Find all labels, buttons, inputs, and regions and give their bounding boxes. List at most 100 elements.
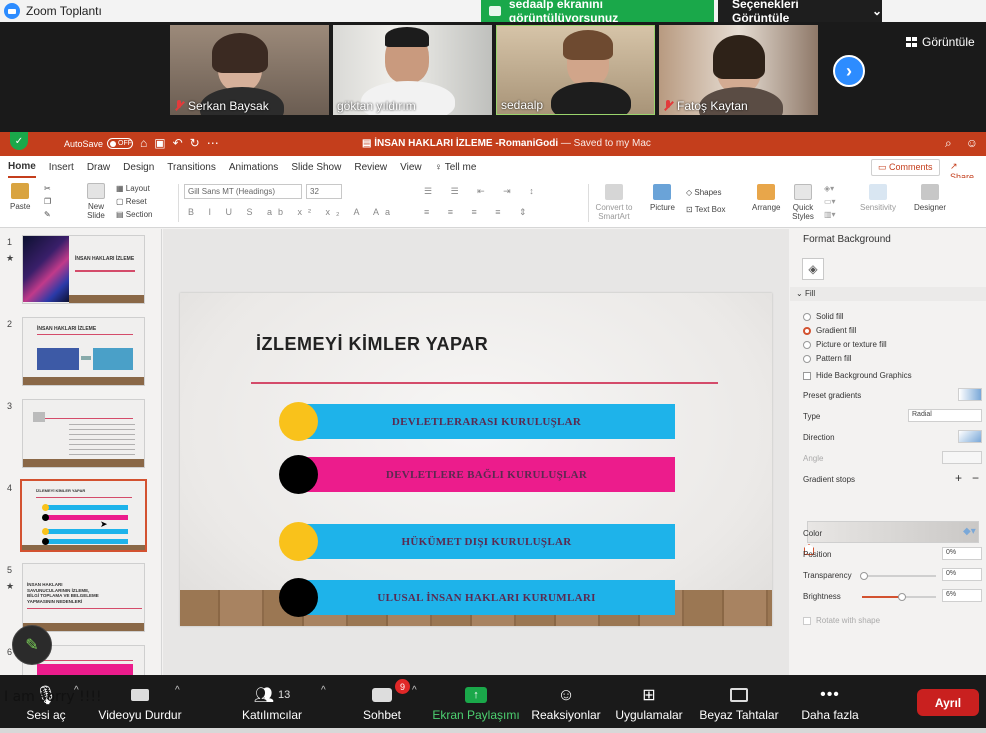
quick-styles-button[interactable]: Quick Styles <box>789 184 817 221</box>
next-page-button[interactable]: › <box>833 55 865 87</box>
view-options-button[interactable]: Seçenekleri Görüntüle ⌄ <box>718 0 882 25</box>
tab-slide-show[interactable]: Slide Show <box>291 158 341 177</box>
stop-video-button[interactable]: Videoyu Durdur <box>94 683 186 722</box>
section-button[interactable]: ▤ Section <box>116 208 152 221</box>
slide-item-circle[interactable] <box>279 455 318 494</box>
slide-item-bar[interactable]: DEVLETLERE BAĞLI KURULUŞLAR <box>298 457 675 492</box>
direction-dropdown[interactable] <box>958 430 982 443</box>
arrange-button[interactable]: Arrange <box>752 184 780 212</box>
participant-tile[interactable]: göktan yıldırım <box>333 25 492 115</box>
shapes-button[interactable]: ◇ Shapes <box>686 186 725 199</box>
fill-section-header[interactable]: ⌄ Fill <box>790 287 986 301</box>
cut-icon[interactable]: ✂ <box>44 182 51 195</box>
slide-item-bar[interactable]: ULUSAL İNSAN HAKLARI KURUMLARI <box>298 580 675 615</box>
paragraph-list-buttons[interactable]: ☰ ☰ ⇤ ⇥ ↕ <box>424 186 542 197</box>
shape-outline-icon[interactable]: ▭▾ <box>824 195 836 208</box>
slide-item-bar[interactable]: DEVLETLERARASI KURULUŞLAR <box>298 404 675 439</box>
leave-meeting-button[interactable]: Ayrıl <box>917 689 979 716</box>
more-button[interactable]: ••• Daha fazla <box>798 683 862 722</box>
autosave-switch[interactable]: OFF <box>107 138 134 149</box>
slide-title[interactable]: İZLEMEYİ KİMLER YAPAR <box>256 334 488 355</box>
layout-button[interactable]: ▦ Layout <box>116 182 152 195</box>
tab-tell-me[interactable]: ♀ Tell me <box>435 158 477 177</box>
sensitivity-button[interactable]: Sensitivity <box>860 184 896 212</box>
convert-smartart-button[interactable]: Convert to SmartArt <box>592 184 636 221</box>
rotate-with-shape-checkbox[interactable]: Rotate with shape <box>803 616 880 625</box>
chat-options-caret[interactable]: ^ <box>412 685 417 696</box>
brightness-knob[interactable] <box>898 593 906 601</box>
tab-draw[interactable]: Draw <box>87 158 110 177</box>
participant-tile[interactable]: Fatoş Kaytan <box>659 25 818 115</box>
position-input[interactable]: 0% <box>942 547 982 560</box>
tab-review[interactable]: Review <box>354 158 387 177</box>
remove-stop-icon[interactable]: − <box>972 471 979 485</box>
participants-options-caret[interactable]: ^ <box>321 685 326 696</box>
tab-view[interactable]: View <box>400 158 422 177</box>
user-icon[interactable]: ☺ <box>966 136 978 151</box>
hide-graphics-checkbox[interactable]: Hide Background Graphics <box>803 371 912 380</box>
slide-thumbnail[interactable] <box>22 399 145 468</box>
transparency-input[interactable]: 0% <box>942 568 982 581</box>
slide-item-circle[interactable] <box>279 402 318 441</box>
thumbnail-row[interactable]: 1 ★ İNSAN HAKLARI İZLEME <box>0 233 160 313</box>
type-dropdown[interactable]: Radial <box>908 409 982 422</box>
participant-tile[interactable]: Serkan Baysak <box>170 25 329 115</box>
tab-animations[interactable]: Animations <box>229 158 278 177</box>
solid-fill-option[interactable]: Solid fill <box>803 312 844 321</box>
fill-bucket-icon[interactable]: ◈ <box>802 258 824 280</box>
slide-thumbnail[interactable]: İNSAN HAKLARI SAVUNUCULARININ İZLEME, Bİ… <box>22 563 145 632</box>
thumbnail-row-selected[interactable]: 4 İZLEMEYİ KİMLER YAPAR ➤ <box>0 479 160 559</box>
chat-button[interactable]: 9 Sohbet <box>360 679 410 722</box>
shape-effects-icon[interactable]: ▥▾ <box>824 208 836 221</box>
comments-button[interactable]: ▭ Comments <box>871 159 940 176</box>
thumbnail-row[interactable]: 2 İNSAN HAKLARI İZLEME <box>0 315 160 395</box>
thumbnail-row[interactable]: 3 <box>0 397 160 477</box>
text-box-button[interactable]: ⊡ Text Box <box>686 203 725 216</box>
copy-icon[interactable]: ❐ <box>44 195 51 208</box>
undo-icon[interactable]: ↶ <box>173 136 183 150</box>
slide-editor[interactable]: İZLEMEYİ KİMLER YAPAR DEVLETLERARASI KUR… <box>163 229 789 675</box>
participants-button[interactable]: 👥︎ 13 Katılımcılar <box>240 683 304 722</box>
text-format-buttons[interactable]: B I U S ab x² x₂ A Aa <box>188 207 396 217</box>
gradient-stops-bar[interactable] <box>807 521 979 543</box>
picture-fill-option[interactable]: Picture or texture fill <box>803 340 887 349</box>
apps-button[interactable]: ⊞ Uygulamalar <box>612 683 686 722</box>
new-slide-button[interactable]: New Slide <box>82 183 110 220</box>
autosave-toggle[interactable]: AutoSave OFF <box>64 138 134 149</box>
transparency-slider[interactable] <box>862 575 936 577</box>
tab-transitions[interactable]: Transitions <box>167 158 216 177</box>
slide-thumbnail[interactable]: İNSAN HAKLARI İZLEME <box>22 317 145 386</box>
designer-button[interactable]: Designer <box>914 184 946 212</box>
shape-fill-icon[interactable]: ◈▾ <box>824 182 836 195</box>
more-icon[interactable]: ⋯ <box>207 136 219 150</box>
current-slide[interactable]: İZLEMEYİ KİMLER YAPAR DEVLETLERARASI KUR… <box>180 293 772 626</box>
brightness-input[interactable]: 6% <box>942 589 982 602</box>
slide-item-bar[interactable]: HÜKÜMET DIŞI KURULUŞLAR <box>298 524 675 559</box>
reset-button[interactable]: ▢ Reset <box>116 195 152 208</box>
video-options-caret[interactable]: ^ <box>175 685 180 696</box>
share-screen-button[interactable]: ↑ Ekran Paylaşımı <box>432 683 520 722</box>
add-stop-icon[interactable]: + <box>955 471 962 485</box>
paragraph-align-buttons[interactable]: ≡ ≡ ≡ ≡ ⇕ <box>424 207 535 218</box>
tab-home[interactable]: Home <box>8 157 36 178</box>
slide-item-circle[interactable] <box>279 522 318 561</box>
picture-button[interactable]: Picture <box>650 184 675 212</box>
preset-gradients-dropdown[interactable] <box>958 388 982 401</box>
pattern-fill-option[interactable]: Pattern fill <box>803 354 852 363</box>
home-icon[interactable]: ⌂ <box>140 136 147 150</box>
slide-item-circle[interactable] <box>279 578 318 617</box>
save-icon[interactable]: ▣ <box>154 136 165 150</box>
paste-button[interactable]: Paste <box>10 183 30 211</box>
annotate-pencil-button[interactable]: ✎ <box>12 625 52 665</box>
paint-bucket-icon[interactable]: ◆▾ <box>963 526 976 537</box>
font-size-select[interactable]: 32 <box>306 184 342 199</box>
gradient-fill-option[interactable]: Gradient fill <box>803 326 856 335</box>
slide-thumbnail-selected[interactable]: İZLEMEYİ KİMLER YAPAR ➤ <box>20 479 147 552</box>
format-painter-icon[interactable]: ✎ <box>44 208 51 221</box>
font-name-select[interactable]: Gill Sans MT (Headings) <box>184 184 302 199</box>
participant-tile[interactable]: sedaalp <box>496 25 655 115</box>
reactions-button[interactable]: ☺ Reaksiyonlar <box>530 683 602 722</box>
search-icon[interactable]: ⌕ <box>945 136 952 151</box>
whiteboards-button[interactable]: Beyaz Tahtalar <box>696 683 782 722</box>
redo-icon[interactable]: ↻ <box>190 136 200 150</box>
